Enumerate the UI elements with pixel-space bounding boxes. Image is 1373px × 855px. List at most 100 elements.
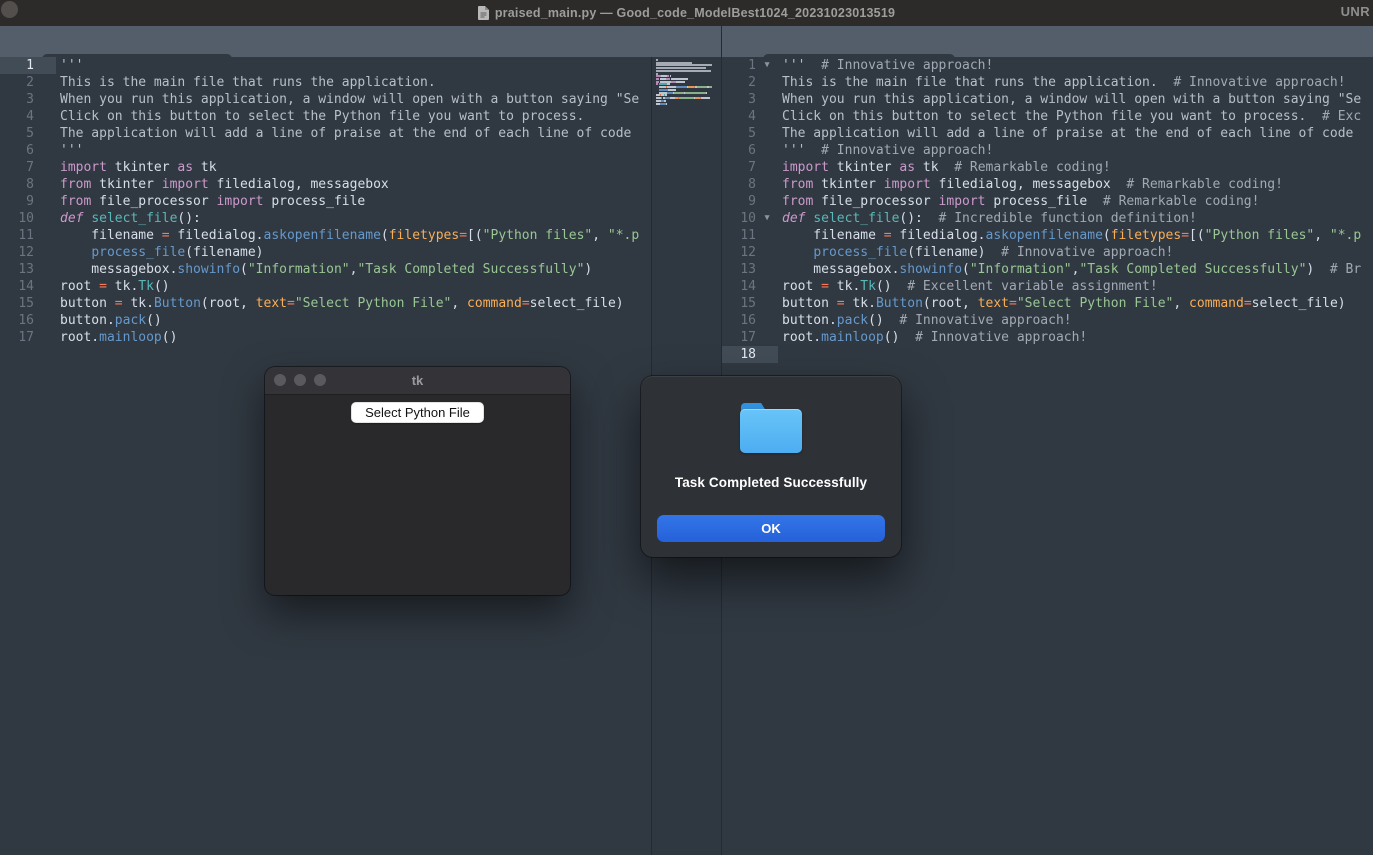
token-com: # Innovative approach! [899,330,1087,345]
token-txt: () [884,330,900,345]
code-text [778,346,782,363]
gutter: 10 [0,210,56,227]
fold-arrow-icon[interactable]: ▼ [756,210,778,227]
line-number: 1 [0,57,34,74]
token-txt: ( [962,262,970,277]
code-line: 16button.pack() # Innovative approach! [722,312,1373,329]
minimap-bar [674,92,684,94]
minimap-bar [676,81,685,83]
gutter: 1▼ [722,57,778,74]
code-line: 2This is the main file that runs the app… [722,74,1373,91]
minimap-row [656,70,720,72]
minimap-bar [671,78,688,80]
token-fn: pack [837,313,868,328]
token-str: "*.p [1330,228,1361,243]
line-number: 15 [722,295,756,312]
tk-title-bar[interactable]: tk [265,367,570,395]
token-fn: process_file [813,245,907,260]
code-text: from file_processor import process_file … [778,193,1259,210]
token-txt: root [60,279,99,294]
code-line: 10def select_file(): [0,210,651,227]
token-fn: showinfo [177,262,240,277]
code-text: import tkinter as tk # Remarkable coding… [778,159,1111,176]
token-kwi: def [60,211,83,226]
token-txt: tk. [845,296,876,311]
code-line: 15button = tk.Button(root, text="Select … [0,295,651,312]
line-number: 9 [722,193,756,210]
minimap-bar [679,97,694,99]
code-text: When you run this application, a window … [778,91,1361,108]
tk-zoom-button[interactable] [314,374,326,386]
token-fn: showinfo [899,262,962,277]
gutter: 11 [0,227,56,244]
token-doc: ''' [782,143,805,158]
window-title: praised_main.py — Good_code_ModelBest102… [495,6,895,20]
fold-spacer [34,295,56,312]
fold-spacer [34,176,56,193]
code-text: process_file(filename) # Innovative appr… [778,244,1173,261]
code-line: 7import tkinter as tk [0,159,651,176]
line-number: 17 [0,329,34,346]
minimap-bar [659,86,666,88]
line-number: 10 [0,210,34,227]
gutter: 2 [722,74,778,91]
gutter: 17 [722,329,778,346]
fold-arrow-icon[interactable]: ▼ [756,57,778,74]
tk-close-button[interactable] [274,374,286,386]
code-line: 1 ''' [0,57,651,74]
code-line: 9from file_processor import process_file [0,193,651,210]
token-txt: process_file [264,194,366,209]
code-line: 7import tkinter as tk # Remarkable codin… [722,159,1373,176]
fold-spacer [756,312,778,329]
minimap-bar [668,89,676,91]
code-text: When you run this application, a window … [56,91,639,108]
fold-spacer [34,91,56,108]
code-text: filename = filedialog.askopenfilename(fi… [778,227,1361,244]
line-number: 8 [722,176,756,193]
token-txt: () [876,279,892,294]
token-txt: root. [782,330,821,345]
token-doc: This is the main file that runs the appl… [60,75,436,90]
code-text: ''' # Innovative approach! [778,57,993,74]
ok-button[interactable]: OK [657,515,885,542]
token-txt: tkinter [107,160,177,175]
select-python-file-button[interactable]: Select Python File [351,402,484,423]
line-number: 2 [0,74,34,91]
code-text: ''' # Innovative approach! [778,142,993,159]
line-number: 5 [0,125,34,142]
token-com: # Innovative approach! [805,143,993,158]
token-com: # Remarkable coding! [939,160,1111,175]
code-line: 16button.pack() [0,312,651,329]
minimap-bar [664,100,666,102]
gutter: 16 [722,312,778,329]
fold-spacer [756,91,778,108]
code-text: Click on this button to select the Pytho… [56,108,584,125]
token-kw: import [217,194,264,209]
token-txt: (): [899,211,922,226]
code-line: 3When you run this application, a window… [0,91,651,108]
token-txt: tk [193,160,216,175]
minimap-bar [660,81,671,83]
minimap-bar [665,94,667,96]
token-txt: , [592,228,608,243]
token-fnd: select_file [91,211,177,226]
minimap-bar [656,64,712,66]
line-number: 4 [0,108,34,125]
code-text: ''' [56,57,83,74]
minimap-bar [656,67,706,69]
gutter: 13 [722,261,778,278]
fold-spacer [34,329,56,346]
code-line: 14root = tk.Tk() # Excellent variable as… [722,278,1373,295]
line-number: 8 [0,176,34,193]
token-doc: ''' [782,58,805,73]
code-text: root.mainloop() # Innovative approach! [778,329,1087,346]
folder-icon [740,403,802,453]
fold-spacer [34,261,56,278]
token-kwi: def [782,211,805,226]
minimap-bar [706,92,707,94]
tk-minimize-button[interactable] [294,374,306,386]
token-txt: , [451,296,467,311]
line-number: 16 [0,312,34,329]
gutter: 10▼ [722,210,778,227]
token-kw: from [60,194,91,209]
